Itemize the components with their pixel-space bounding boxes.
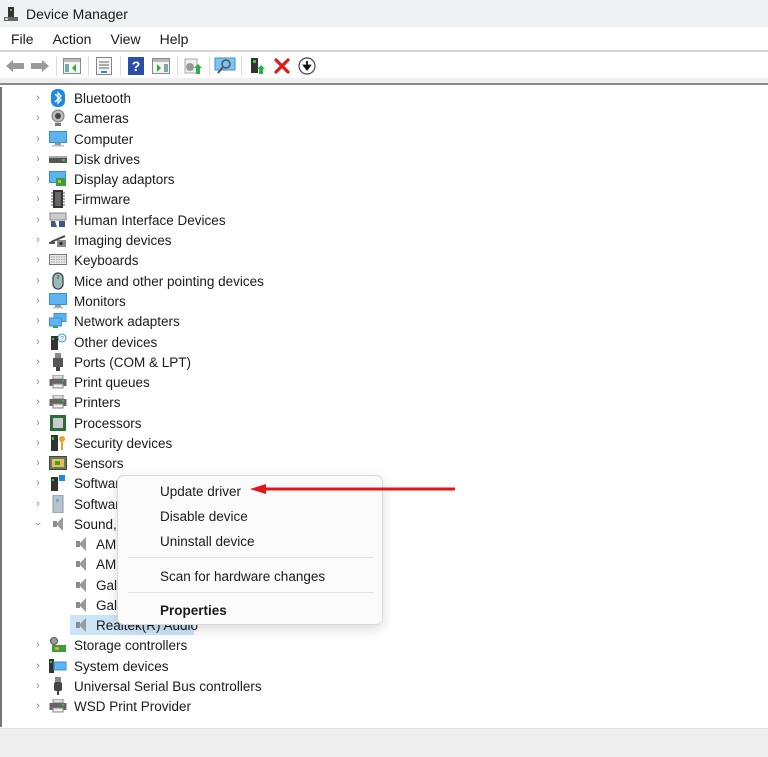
disk-drive-icon — [49, 150, 67, 168]
device-tree: › Bluetooth › Cameras › Computer › Disk … — [0, 87, 768, 727]
toolbar-separator — [241, 55, 242, 76]
chevron-right-icon[interactable]: › — [32, 457, 44, 469]
chevron-right-icon[interactable]: › — [32, 376, 44, 388]
speaker-icon — [49, 515, 67, 533]
uninstall-device-icon[interactable] — [271, 55, 293, 77]
chevron-right-icon[interactable]: › — [32, 700, 44, 712]
speaker-icon — [72, 555, 90, 573]
software-component-icon — [49, 474, 67, 492]
other-devices-icon: ? — [49, 333, 67, 351]
printer-icon — [49, 393, 67, 411]
computer-icon — [49, 130, 67, 148]
chevron-right-icon[interactable]: › — [32, 660, 44, 672]
device-manager-icon — [3, 6, 19, 22]
chevron-right-icon[interactable]: › — [32, 477, 44, 489]
svg-text:?: ? — [132, 58, 141, 74]
help-icon[interactable]: ? — [125, 55, 147, 77]
chevron-right-icon[interactable]: › — [32, 275, 44, 287]
hid-icon — [49, 211, 67, 229]
chevron-right-icon[interactable]: › — [32, 336, 44, 348]
show-hide-console-tree-icon[interactable] — [61, 55, 83, 77]
chevron-right-icon[interactable]: › — [32, 498, 44, 510]
status-bar — [0, 728, 768, 757]
bluetooth-icon — [49, 89, 67, 107]
chevron-right-icon[interactable]: › — [32, 396, 44, 408]
forward-icon[interactable] — [29, 55, 51, 77]
red-arrow-annotation — [250, 484, 455, 494]
display-adapter-icon — [49, 170, 67, 188]
toolbar-separator — [209, 55, 210, 76]
menu-action[interactable]: Action — [42, 31, 100, 47]
properties-icon[interactable] — [93, 55, 115, 77]
printer-icon — [49, 697, 67, 715]
menu-item-disable-device[interactable]: Disable device — [160, 509, 248, 524]
chevron-right-icon[interactable]: › — [32, 193, 44, 205]
chevron-down-icon[interactable]: › — [32, 518, 44, 530]
update-driver-icon[interactable] — [182, 55, 204, 77]
speaker-icon — [72, 535, 90, 553]
menu-file[interactable]: File — [0, 31, 42, 47]
toolbar: ? — [0, 53, 768, 78]
monitor-icon — [49, 292, 67, 310]
back-icon[interactable] — [4, 55, 26, 77]
printer-icon — [49, 373, 67, 391]
svg-text:?: ? — [60, 336, 64, 343]
chevron-right-icon[interactable]: › — [32, 92, 44, 104]
camera-icon — [49, 109, 67, 127]
chevron-right-icon[interactable]: › — [32, 153, 44, 165]
port-icon — [49, 353, 67, 371]
title-bar: Device Manager — [0, 0, 768, 27]
toolbar-separator — [120, 55, 121, 76]
window-title: Device Manager — [26, 5, 128, 22]
chevron-right-icon[interactable]: › — [32, 133, 44, 145]
toolbar-bottom-border — [0, 78, 768, 85]
speaker-icon — [72, 616, 90, 634]
security-device-icon — [49, 434, 67, 452]
show-hide-action-pane-icon[interactable] — [150, 55, 172, 77]
network-adapter-icon — [49, 312, 67, 330]
firmware-icon — [49, 190, 67, 208]
chevron-right-icon[interactable]: › — [32, 639, 44, 651]
scan-hardware-icon[interactable] — [214, 55, 236, 77]
toolbar-separator — [56, 55, 57, 76]
usb-icon — [49, 677, 67, 695]
context-menu: Update driver Disable device Uninstall d… — [117, 475, 383, 625]
chevron-right-icon[interactable]: › — [32, 112, 44, 124]
system-devices-icon — [49, 657, 67, 675]
menu-item-uninstall-device[interactable]: Uninstall device — [160, 534, 255, 549]
chevron-right-icon[interactable]: › — [32, 417, 44, 429]
speaker-icon — [72, 576, 90, 594]
software-device-icon — [49, 495, 67, 513]
enable-device-icon[interactable] — [246, 55, 268, 77]
sensor-icon — [49, 454, 67, 472]
chevron-right-icon[interactable]: › — [32, 295, 44, 307]
mouse-icon — [49, 272, 67, 290]
menu-item-update-driver[interactable]: Update driver — [160, 484, 241, 499]
menu-bar: File Action View Help — [0, 27, 768, 52]
menu-divider — [128, 557, 374, 558]
chevron-right-icon[interactable]: › — [32, 254, 44, 266]
chevron-right-icon[interactable]: › — [32, 356, 44, 368]
speaker-icon — [72, 596, 90, 614]
chevron-right-icon[interactable]: › — [32, 173, 44, 185]
chevron-right-icon[interactable]: › — [32, 214, 44, 226]
toolbar-separator — [88, 55, 89, 76]
menu-divider — [128, 592, 374, 593]
chevron-right-icon[interactable]: › — [32, 680, 44, 692]
menu-help[interactable]: Help — [149, 31, 197, 47]
chevron-right-icon[interactable]: › — [32, 234, 44, 246]
processor-icon — [49, 414, 67, 432]
toolbar-separator — [177, 55, 178, 76]
menu-item-properties[interactable]: Properties — [160, 603, 227, 618]
menu-item-scan-hardware[interactable]: Scan for hardware changes — [160, 569, 325, 584]
imaging-device-icon — [49, 231, 67, 249]
storage-controller-icon — [49, 636, 67, 654]
arrow-head-icon — [250, 484, 266, 494]
keyboard-icon — [49, 251, 67, 269]
menu-view[interactable]: View — [99, 31, 148, 47]
chevron-right-icon[interactable]: › — [32, 437, 44, 449]
chevron-right-icon[interactable]: › — [32, 315, 44, 327]
download-icon[interactable] — [296, 55, 318, 77]
